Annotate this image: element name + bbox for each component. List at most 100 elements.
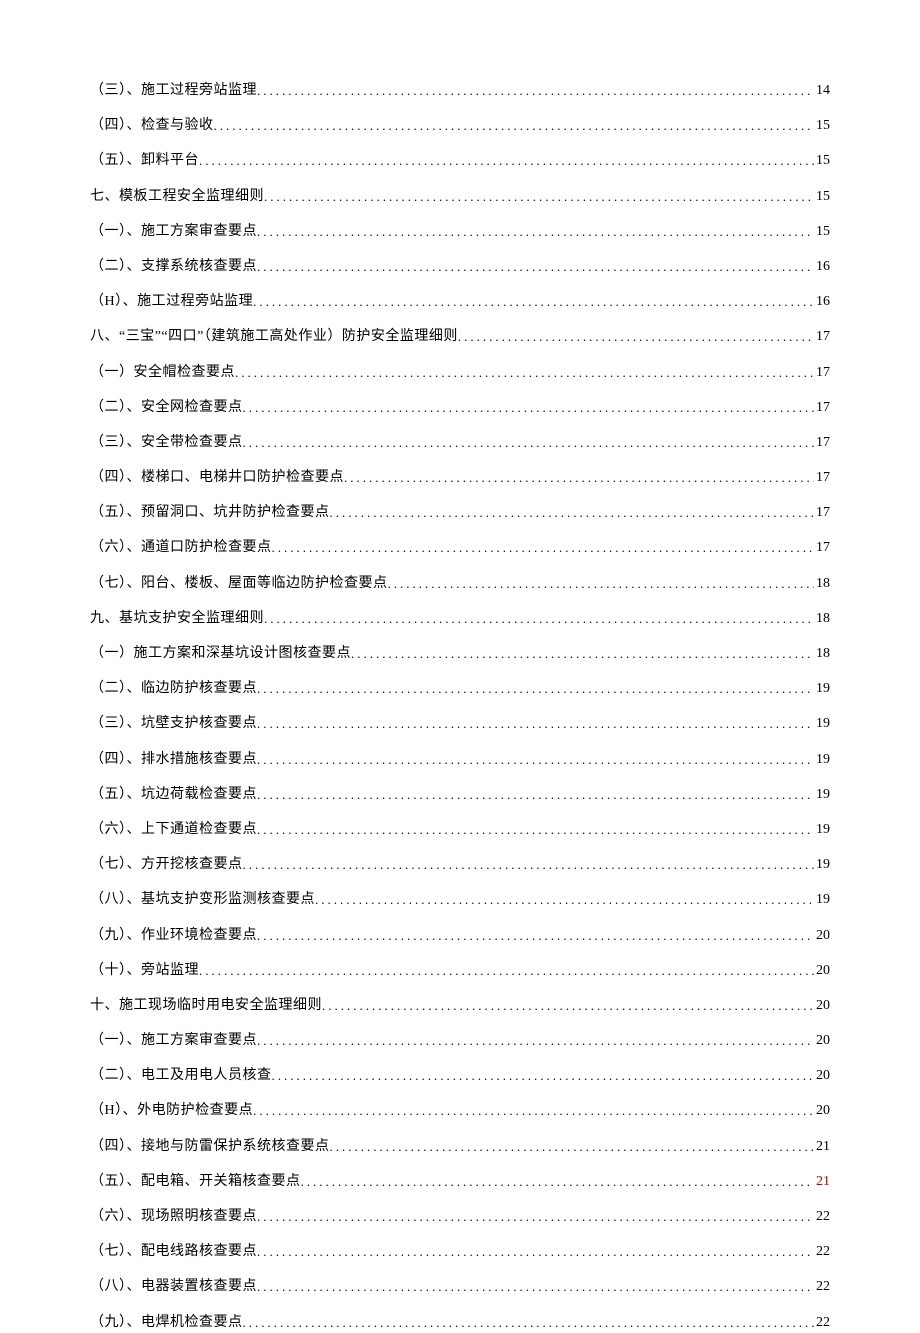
toc-leader-dots	[330, 1137, 815, 1157]
toc-entry: （H）、外电防护检查要点20	[90, 1100, 830, 1121]
toc-entry-page: 21	[814, 1136, 830, 1157]
toc-entry: （四）、楼梯口、电梯井口防护检查要点17	[90, 467, 830, 488]
toc-entry-page: 15	[814, 186, 830, 207]
toc-entry-page: 15	[814, 115, 830, 136]
toc-entry-page: 22	[814, 1206, 830, 1227]
toc-entry: 七、模板工程安全监理细则15	[90, 186, 830, 207]
toc-entry-page: 22	[814, 1312, 830, 1333]
toc-entry: 八、“三宝”“四口”（建筑施工高处作业）防护安全监理细则17	[90, 326, 830, 347]
toc-entry-label: （二）、临边防护核查要点	[90, 678, 257, 699]
toc-entry: （五）、配电箱、开关箱核查要点21	[90, 1171, 830, 1192]
table-of-contents: （三）、施工过程旁站监理14（四）、检查与验收15（五）、卸料平台15七、模板工…	[90, 80, 830, 1333]
toc-entry-label: （六）、通道口防护检查要点	[90, 537, 272, 558]
toc-entry-label: （三）、坑壁支护核查要点	[90, 713, 257, 734]
toc-entry: 九、基坑支护安全监理细则18	[90, 608, 830, 629]
toc-entry: （一）施工方案和深基坑设计图核查要点 18	[90, 643, 830, 664]
toc-entry-page: 19	[814, 678, 830, 699]
toc-entry: （七）、方开挖核查要点19	[90, 854, 830, 875]
toc-leader-dots	[351, 644, 814, 664]
toc-entry-page: 20	[814, 995, 830, 1016]
toc-entry-page: 20	[814, 925, 830, 946]
toc-leader-dots	[235, 363, 814, 383]
toc-entry-page: 19	[814, 854, 830, 875]
toc-leader-dots	[257, 750, 814, 770]
toc-entry-page: 15	[814, 221, 830, 242]
toc-leader-dots	[253, 292, 814, 312]
toc-entry: （四）、排水措施核查要点 19	[90, 749, 830, 770]
toc-leader-dots	[257, 820, 814, 840]
toc-leader-dots	[257, 679, 814, 699]
toc-entry: （一）安全帽检查要点17	[90, 362, 830, 383]
toc-entry: （一）、施工方案审查要点15	[90, 221, 830, 242]
toc-entry-label: （四）、排水措施核查要点	[90, 749, 257, 770]
toc-entry-label: 八、“三宝”“四口”（建筑施工高处作业）防护安全监理细则	[90, 326, 458, 347]
toc-entry-page: 19	[814, 749, 830, 770]
toc-entry: （六）、现场照明核查要点 22	[90, 1206, 830, 1227]
toc-entry: （六）、通道口防护检查要点 17	[90, 537, 830, 558]
toc-entry-page: 15	[814, 150, 830, 171]
toc-leader-dots	[257, 257, 814, 277]
toc-entry: （五）、坑边荷载检查要点 19	[90, 784, 830, 805]
toc-entry: （六）、上下通道检查要点 19	[90, 819, 830, 840]
toc-entry: （二）、临边防护核查要点 19	[90, 678, 830, 699]
toc-entry-page: 20	[814, 1065, 830, 1086]
toc-leader-dots	[243, 433, 815, 453]
toc-leader-dots	[257, 222, 814, 242]
toc-entry-label: （五）、坑边荷载检查要点	[90, 784, 257, 805]
toc-entry-page: 19	[814, 713, 830, 734]
toc-entry: 十、施工现场临时用电安全监理细则 20	[90, 995, 830, 1016]
toc-entry-page: 20	[814, 960, 830, 981]
toc-entry: （十）、旁站监理20	[90, 960, 830, 981]
toc-entry-label: （五）、配电箱、开关箱核查要点	[90, 1171, 301, 1192]
toc-entry-label: （三）、安全带检查要点	[90, 432, 243, 453]
toc-leader-dots	[199, 151, 814, 171]
toc-entry: （二）、电工及用电人员核查20	[90, 1065, 830, 1086]
toc-leader-dots	[257, 1031, 814, 1051]
toc-entry-page: 17	[814, 432, 830, 453]
toc-entry-label: 十、施工现场临时用电安全监理细则	[90, 995, 322, 1016]
toc-leader-dots	[243, 855, 815, 875]
toc-entry: （二）、支撑系统核查要点 16	[90, 256, 830, 277]
toc-entry-page: 18	[814, 643, 830, 664]
toc-entry-page: 18	[814, 573, 830, 594]
toc-entry-label: （二）、安全网检查要点	[90, 397, 243, 418]
toc-entry: （H）、施工过程旁站监理16	[90, 291, 830, 312]
toc-entry-label: （H）、外电防护检查要点	[90, 1100, 253, 1121]
toc-entry-label: （八）、电器装置核查要点	[90, 1276, 257, 1297]
toc-leader-dots	[272, 538, 815, 558]
toc-leader-dots	[199, 961, 814, 981]
toc-leader-dots	[257, 926, 814, 946]
toc-entry-label: （四）、检查与验收	[90, 115, 214, 136]
toc-leader-dots	[243, 1313, 815, 1333]
toc-entry-label: （四）、楼梯口、电梯井口防护检查要点	[90, 467, 344, 488]
toc-leader-dots	[257, 1207, 814, 1227]
toc-entry: （五）、卸料平台 15	[90, 150, 830, 171]
toc-entry-label: （六）、现场照明核查要点	[90, 1206, 257, 1227]
toc-entry-page: 19	[814, 889, 830, 910]
toc-entry: （四）、接地与防雷保护系统核查要点21	[90, 1136, 830, 1157]
toc-entry-page: 19	[814, 819, 830, 840]
toc-entry: （七）、配电线路核查要点22	[90, 1241, 830, 1262]
toc-entry-page: 17	[814, 397, 830, 418]
toc-entry-label: （一）施工方案和深基坑设计图核查要点	[90, 643, 351, 664]
toc-entry: （三）、坑壁支护核查要点 19	[90, 713, 830, 734]
toc-leader-dots	[315, 890, 814, 910]
toc-entry-label: （七）、阳台、楼板、屋面等临边防护检查要点	[90, 573, 388, 594]
toc-entry: （二）、安全网检查要点 17	[90, 397, 830, 418]
toc-leader-dots	[330, 503, 815, 523]
toc-entry-page: 20	[814, 1030, 830, 1051]
toc-leader-dots	[344, 468, 814, 488]
toc-entry: （四）、检查与验收 15	[90, 115, 830, 136]
toc-entry-label: （六）、上下通道检查要点	[90, 819, 257, 840]
toc-entry-page: 19	[814, 784, 830, 805]
toc-leader-dots	[253, 1101, 814, 1121]
toc-entry-page: 17	[814, 537, 830, 558]
toc-leader-dots	[264, 187, 814, 207]
toc-entry-page: 17	[814, 502, 830, 523]
toc-entry-label: （二）、支撑系统核查要点	[90, 256, 257, 277]
toc-entry-label: （五）、卸料平台	[90, 150, 199, 171]
toc-entry-label: （三）、施工过程旁站监理	[90, 80, 257, 101]
toc-entry-page: 18	[814, 608, 830, 629]
toc-entry-page: 16	[814, 256, 830, 277]
toc-entry: （八）、电器装置核查要点22	[90, 1276, 830, 1297]
